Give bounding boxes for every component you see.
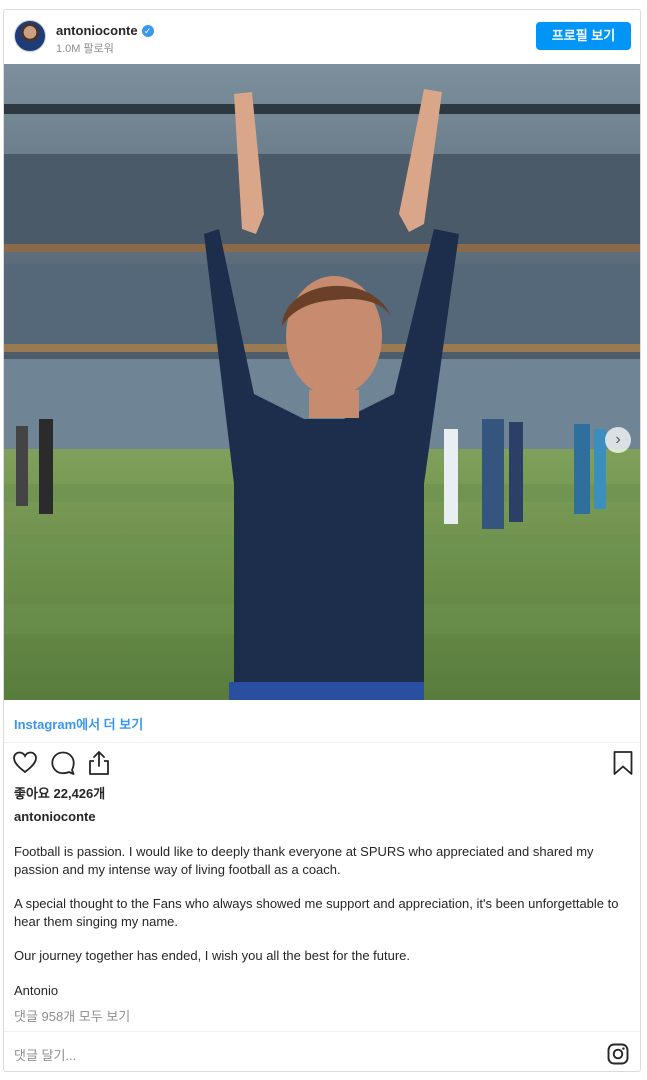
divider [4, 742, 640, 743]
caption-paragraph: Football is passion. I would like to dee… [14, 844, 594, 877]
caption-paragraph: Our journey together has ended, I wish y… [14, 948, 411, 963]
instagram-icon[interactable] [607, 1043, 629, 1065]
follower-count: 1.0M 팔로워 [56, 43, 114, 55]
view-profile-button[interactable]: 프로필 보기 [536, 22, 631, 50]
action-bar [12, 750, 634, 778]
comment-icon[interactable] [50, 750, 76, 776]
view-more-on-instagram-link[interactable]: Instagram에서 더 보기 [14, 714, 143, 733]
post-photo[interactable]: › [4, 64, 640, 700]
caption-text: Football is passion. I would like to dee… [14, 843, 629, 1016]
instagram-embed-card: antonioconte ✓ 1.0M 팔로워 프로필 보기 › Instagr… [3, 9, 641, 1072]
heart-icon[interactable] [12, 750, 38, 776]
post-photo-image [4, 64, 640, 700]
view-all-comments-link[interactable]: 댓글 958개 모두 보기 [14, 1006, 130, 1025]
carousel-next-button[interactable]: › [605, 427, 631, 453]
post-header: antonioconte ✓ 1.0M 팔로워 프로필 보기 [4, 10, 640, 64]
username-text[interactable]: antonioconte [56, 23, 138, 38]
verified-badge-icon: ✓ [141, 25, 154, 37]
caption-paragraph: A special thought to the Fans who always… [14, 896, 619, 929]
avatar[interactable] [14, 20, 46, 52]
caption-author[interactable]: antonioconte [14, 809, 96, 824]
bookmark-icon[interactable] [612, 750, 634, 776]
username-link[interactable]: antonioconte ✓ [56, 23, 154, 38]
caption-signature: Antonio [14, 982, 59, 998]
like-count[interactable]: 좋아요 22,426개 [14, 783, 105, 802]
add-comment-input[interactable]: 댓글 달기... [14, 1045, 76, 1064]
divider [4, 1031, 640, 1032]
share-icon[interactable] [86, 750, 112, 776]
